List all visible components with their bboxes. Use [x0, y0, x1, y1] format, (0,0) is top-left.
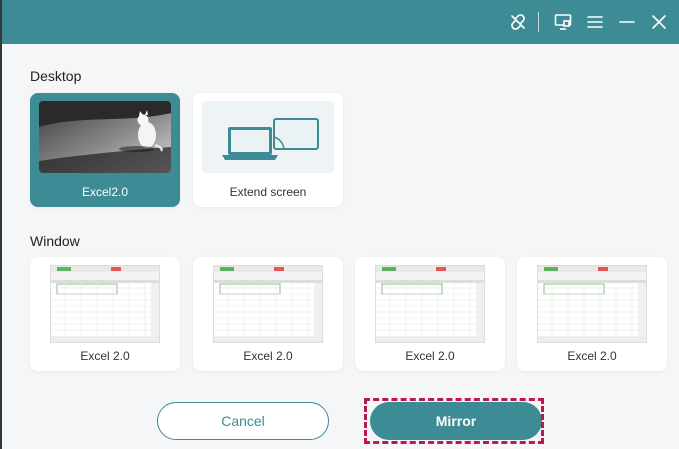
window-item-label: Excel 2.0	[567, 349, 617, 363]
desktop-section-title: Desktop	[30, 68, 82, 84]
window-section-title: Window	[30, 233, 80, 249]
cancel-button[interactable]: Cancel	[157, 402, 329, 440]
desktop-item-label: Excel2.0	[81, 185, 129, 199]
desktop-item-label: Extend screen	[229, 185, 307, 199]
link-off-icon[interactable]	[504, 8, 532, 36]
window-preview	[375, 265, 485, 343]
window-item-excel[interactable]: Excel 2.0	[30, 257, 180, 371]
window-item-excel[interactable]: Excel 2.0	[517, 257, 667, 371]
screen-share-dialog: Desktop Excel2.0 Extend screen Window Ex…	[0, 0, 679, 449]
window-item-excel[interactable]: Excel 2.0	[355, 257, 505, 371]
minimize-icon[interactable]	[613, 8, 641, 36]
window-item-label: Excel 2.0	[80, 349, 130, 363]
mirror-button[interactable]: Mirror	[370, 402, 542, 440]
desktop-preview-image	[39, 101, 171, 173]
window-preview	[537, 265, 647, 343]
title-bar	[2, 0, 679, 44]
window-item-excel[interactable]: Excel 2.0	[193, 257, 343, 371]
title-bar-controls	[500, 0, 673, 44]
menu-icon[interactable]	[581, 8, 609, 36]
extend-screen-icon	[202, 101, 334, 173]
desktop-item-extend-screen[interactable]: Extend screen	[193, 93, 343, 207]
window-preview	[50, 265, 160, 343]
close-icon[interactable]	[645, 8, 673, 36]
window-item-label: Excel 2.0	[243, 349, 293, 363]
desktop-item-excel[interactable]: Excel2.0	[30, 93, 180, 207]
screen-cast-icon[interactable]	[549, 8, 577, 36]
window-preview	[213, 265, 323, 343]
window-item-label: Excel 2.0	[405, 349, 455, 363]
title-bar-divider	[538, 12, 539, 32]
